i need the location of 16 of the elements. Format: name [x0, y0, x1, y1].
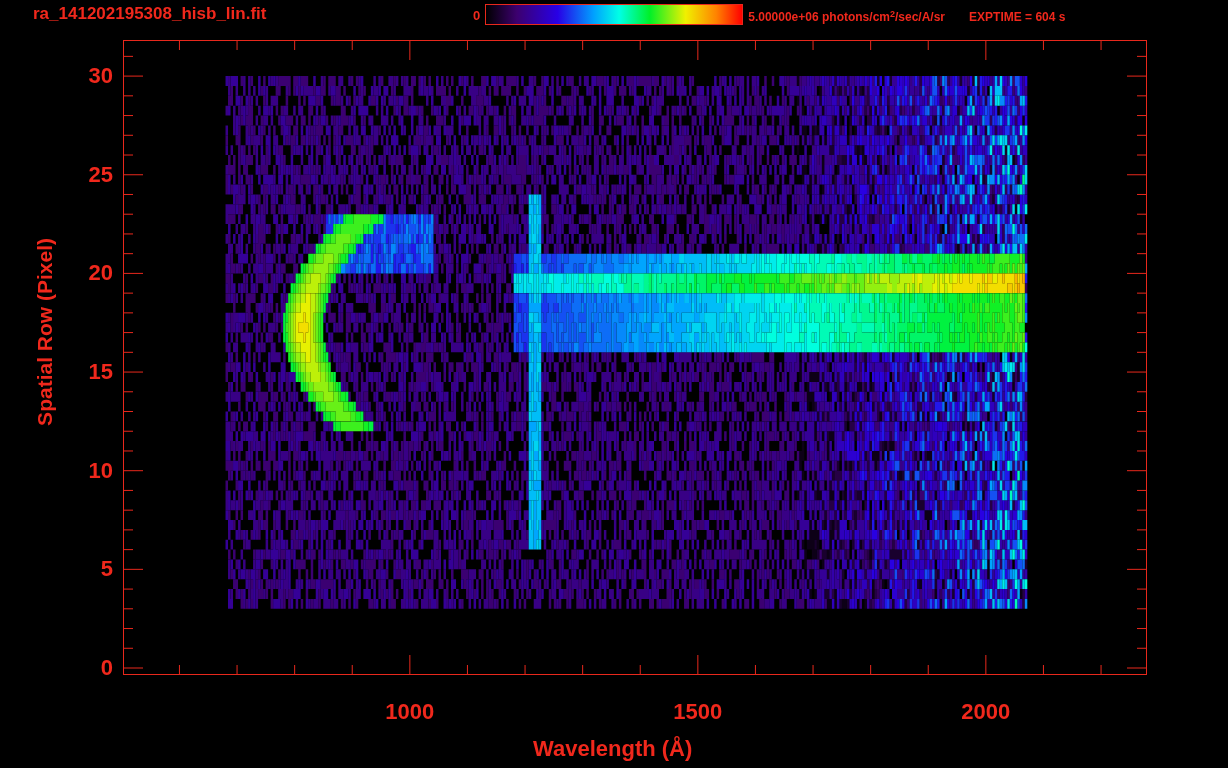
- x-tick-label: 2000: [960, 700, 1012, 724]
- y-axis-title: Spatial Row (Pixel): [33, 238, 57, 426]
- file-title: ra_141202195308_hisb_lin.fit: [33, 4, 268, 24]
- x-axis-title: Wavelength (Å): [533, 736, 693, 762]
- y-tick-label: 25: [88, 162, 113, 187]
- exposure-time: EXPTIME = 604 s: [969, 9, 1066, 26]
- y-tick-label: 15: [88, 360, 113, 385]
- y-tick-label: 20: [88, 261, 113, 286]
- y-tick-label: 10: [88, 458, 113, 483]
- y-tick-label: 30: [88, 64, 113, 89]
- y-tick-label: 5: [100, 557, 113, 582]
- colorbar-min-label: 0: [473, 7, 481, 25]
- x-tick-label: 1000: [384, 700, 436, 724]
- x-tick-label: 1500: [672, 700, 724, 724]
- colorbar-max-label: 5.00000e+06 photons/cm$^{2}$/sec/A/sr: [748, 7, 946, 26]
- y-tick-label: 0: [100, 656, 113, 680]
